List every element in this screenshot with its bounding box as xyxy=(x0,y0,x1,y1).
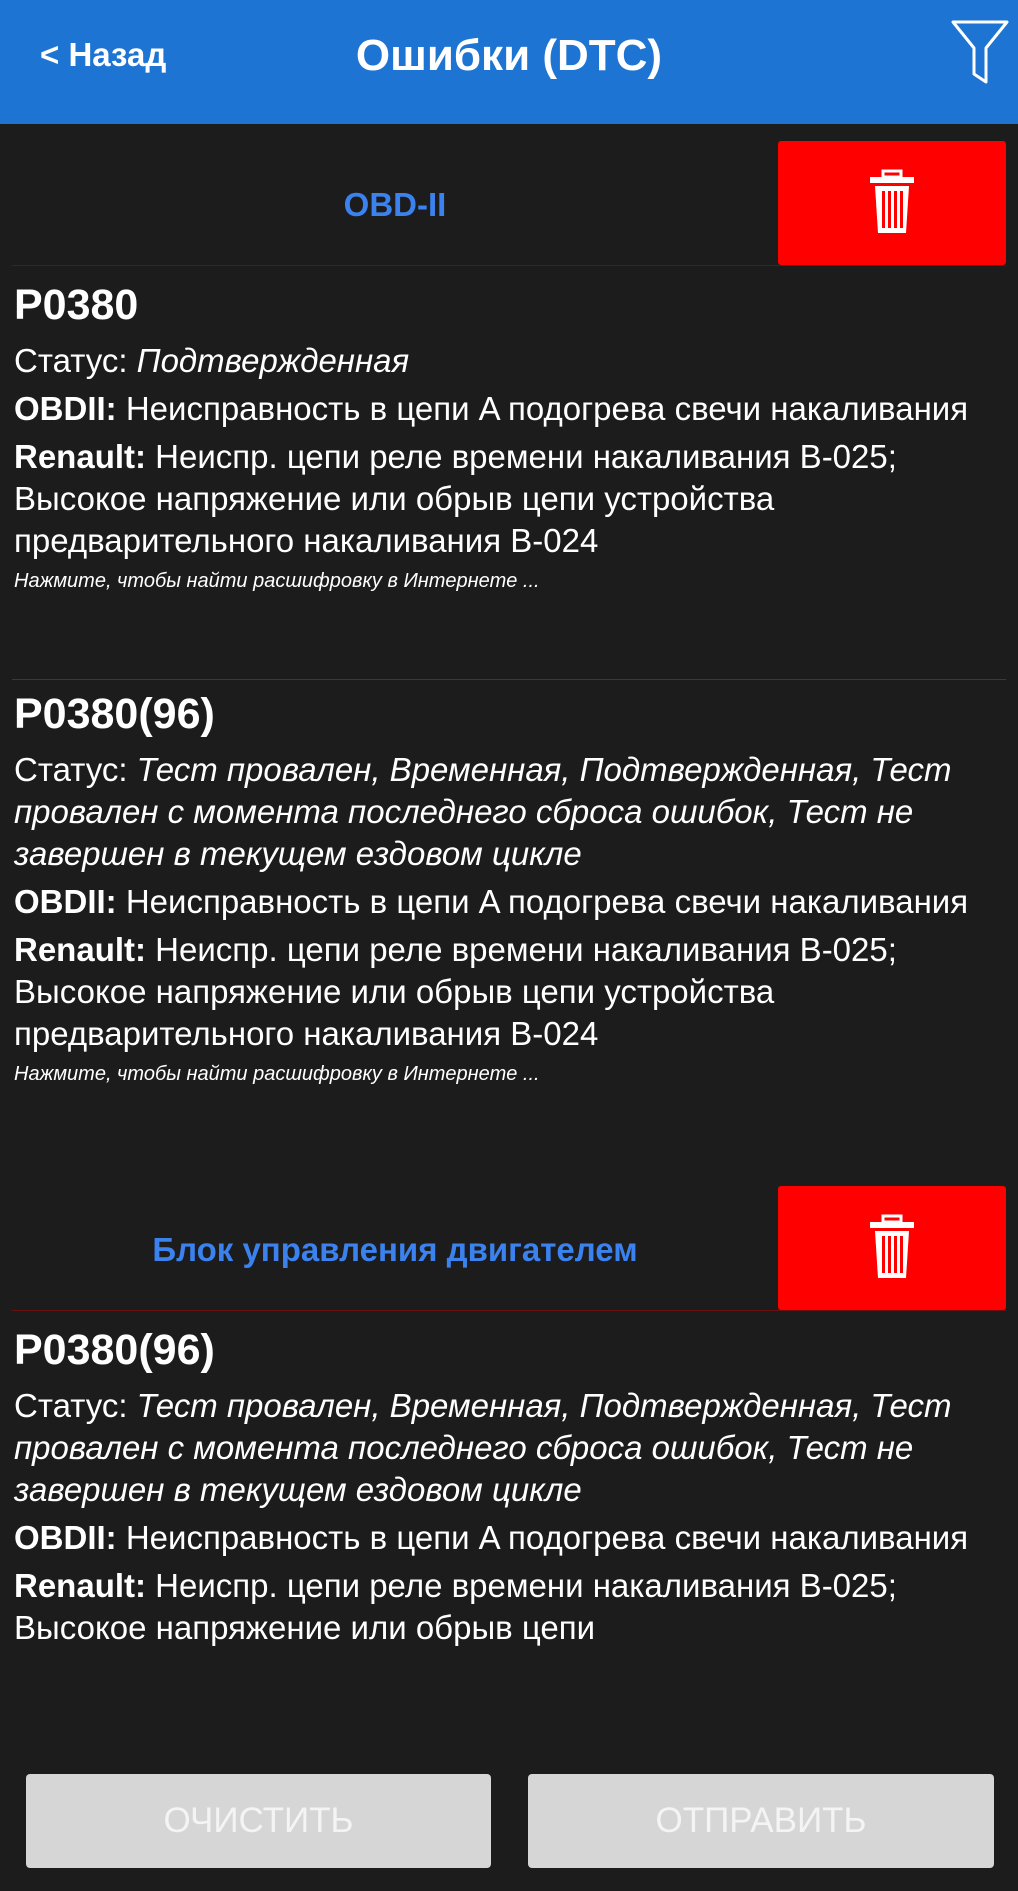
dtc-screen: < Назад Ошибки (DTC) OBD-II P0380 Статус… xyxy=(0,0,1018,1891)
group-header-engine: Блок управления двигателем xyxy=(12,1186,1006,1312)
maker-label: Renault: xyxy=(14,438,146,475)
dtc-status: Статус: Подтвержденная xyxy=(14,340,1004,382)
obd-text: Неисправность в цепи A подогрева свечи н… xyxy=(125,1519,969,1556)
dtc-entry[interactable]: P0380 Статус: Подтвержденная OBDII: Неис… xyxy=(14,276,1004,596)
status-label: Статус: xyxy=(14,342,128,379)
group-divider xyxy=(12,265,1006,266)
page-title: Ошибки (DTC) xyxy=(355,31,663,80)
obd-description: OBDII: Неисправность в цепи A подогрева … xyxy=(14,1517,1004,1559)
maker-description: Renault: Неиспр. цепи реле времени накал… xyxy=(14,929,1004,1055)
obd-text: Неисправность в цепи A подогрева свечи н… xyxy=(125,390,969,427)
status-value: Тест провален, Временная, Подтвержденная… xyxy=(14,1387,952,1508)
group-divider xyxy=(12,1310,1006,1311)
bottom-action-bar: ОЧИСТИТЬ ОТПРАВИТЬ xyxy=(0,1760,1018,1891)
maker-description: Renault: Неиспр. цепи реле времени накал… xyxy=(14,1565,1004,1649)
clear-button[interactable]: ОЧИСТИТЬ xyxy=(26,1774,491,1868)
dtc-code: P0380(96) xyxy=(14,1326,215,1374)
search-online-hint[interactable]: Нажмите, чтобы найти расшифровку в Интер… xyxy=(14,566,1004,596)
dtc-status: Статус: Тест провален, Временная, Подтве… xyxy=(14,1385,1004,1511)
obd-text: Неисправность в цепи A подогрева свечи н… xyxy=(125,883,969,920)
dtc-code: P0380(96) xyxy=(14,690,215,738)
delete-group-button[interactable] xyxy=(778,141,1006,265)
top-app-bar: < Назад Ошибки (DTC) xyxy=(0,0,1018,124)
dtc-code: P0380 xyxy=(14,281,139,329)
obd-label: OBDII: xyxy=(14,390,117,427)
maker-text: Неиспр. цепи реле времени накаливания B-… xyxy=(14,1567,897,1646)
status-value: Тест провален, Временная, Подтвержденная… xyxy=(14,751,952,872)
maker-text: Неиспр. цепи реле времени накаливания B-… xyxy=(14,438,897,559)
entry-divider xyxy=(12,679,1006,680)
status-label: Статус: xyxy=(14,751,128,788)
obd-description: OBDII: Неисправность в цепи A подогрева … xyxy=(14,881,1004,923)
maker-label: Renault: xyxy=(14,1567,146,1604)
dtc-entry[interactable]: P0380(96) Статус: Тест провален, Временн… xyxy=(14,685,1004,1089)
trash-icon xyxy=(870,1214,914,1278)
maker-label: Renault: xyxy=(14,931,146,968)
filter-icon[interactable] xyxy=(950,18,1010,86)
group-title: OBD-II xyxy=(343,186,447,223)
obd-label: OBDII: xyxy=(14,1519,117,1556)
dtc-entry[interactable]: P0380(96) Статус: Тест провален, Временн… xyxy=(14,1321,1004,1649)
send-button[interactable]: ОТПРАВИТЬ xyxy=(528,1774,994,1868)
maker-description: Renault: Неиспр. цепи реле времени накал… xyxy=(14,436,1004,562)
status-value: Подтвержденная xyxy=(136,342,410,379)
obd-label: OBDII: xyxy=(14,883,117,920)
group-title: Блок управления двигателем xyxy=(152,1231,638,1268)
search-online-hint[interactable]: Нажмите, чтобы найти расшифровку в Интер… xyxy=(14,1059,1004,1089)
status-label: Статус: xyxy=(14,1387,128,1424)
maker-text: Неиспр. цепи реле времени накаливания B-… xyxy=(14,931,897,1052)
dtc-status: Статус: Тест провален, Временная, Подтве… xyxy=(14,749,1004,875)
obd-description: OBDII: Неисправность в цепи A подогрева … xyxy=(14,388,1004,430)
group-header-obd2: OBD-II xyxy=(12,141,1006,267)
trash-icon xyxy=(870,169,914,233)
delete-group-button[interactable] xyxy=(778,1186,1006,1310)
